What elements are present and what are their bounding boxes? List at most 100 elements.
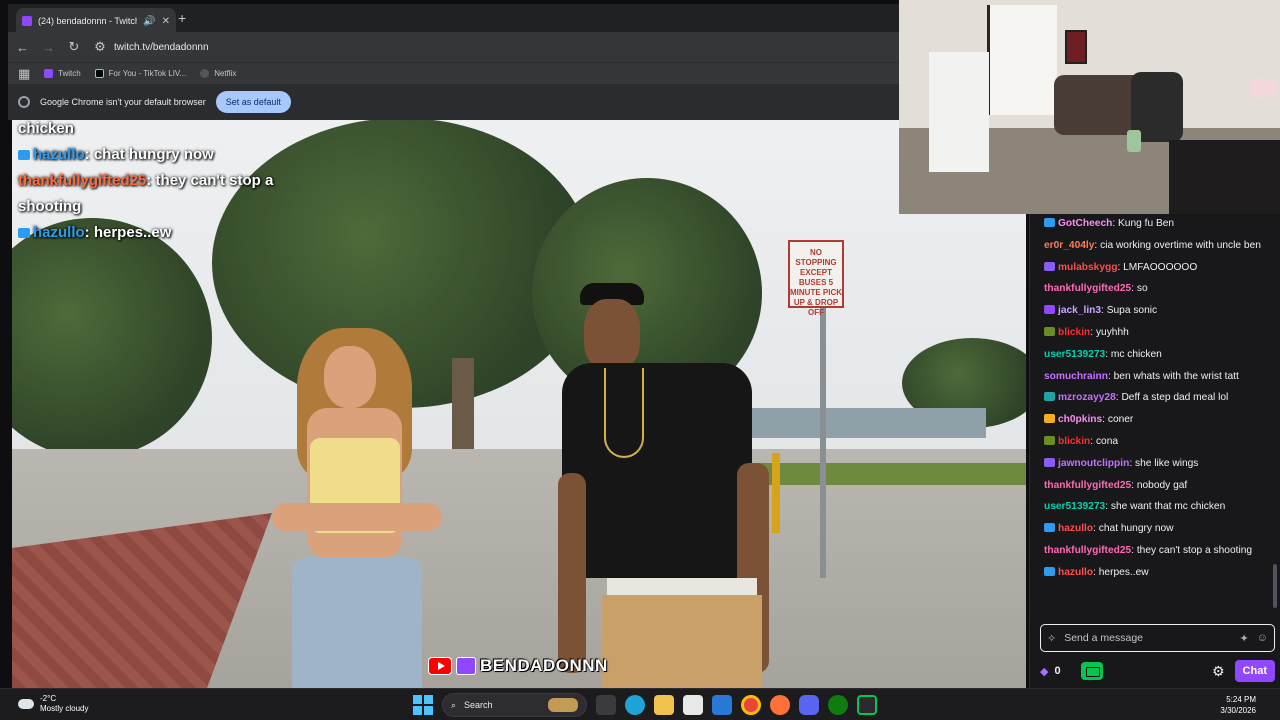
chat-username[interactable]: thankfullygifted25 xyxy=(1044,283,1131,294)
tiktok-icon xyxy=(94,69,104,78)
speaker-icon[interactable]: 🔊 xyxy=(143,16,155,27)
channel-points[interactable]: ◆ 0 xyxy=(1040,665,1061,678)
settings-gear-icon[interactable]: ⚙ xyxy=(1212,663,1225,680)
url-field[interactable]: ⚙ twitch.tv/bendadonnn xyxy=(94,39,208,55)
badge-icon[interactable] xyxy=(1044,261,1055,271)
address-bar: ← → ↻ ⚙ twitch.tv/bendadonnn xyxy=(8,32,899,62)
chat-username[interactable]: somuchrainn xyxy=(1044,371,1108,382)
chat-username[interactable]: GotCheech xyxy=(1058,218,1112,229)
bookmark-netflix[interactable]: Netflix xyxy=(200,69,236,78)
chat-message[interactable]: thankfullygifted25: nobody gaf xyxy=(1044,478,1276,493)
xbox-icon[interactable] xyxy=(828,695,848,715)
bookmark-tiktok[interactable]: For You - TikTok LIV... xyxy=(94,69,186,78)
badge-icon[interactable] xyxy=(1044,305,1055,315)
mail-icon[interactable] xyxy=(712,695,732,715)
cup xyxy=(1127,130,1141,152)
chat-username[interactable]: user5139273 xyxy=(1044,349,1105,360)
chat-username[interactable]: mzrozayy28 xyxy=(1058,392,1116,403)
badge-icon[interactable] xyxy=(1044,218,1055,227)
chat-message[interactable]: user5139273: she want that mc chicken xyxy=(1044,499,1276,514)
magic-icon[interactable]: ✦ xyxy=(1240,632,1249,645)
chat-username[interactable]: hazullo xyxy=(1058,523,1093,534)
edge-icon[interactable] xyxy=(625,695,645,715)
chat-footer: ◆ 0 ⚙ Chat xyxy=(1040,660,1275,682)
chat-message[interactable]: jack_lin3: Supa sonic xyxy=(1044,303,1276,318)
chat-send-button[interactable]: Chat xyxy=(1234,660,1275,682)
badge-icon[interactable] xyxy=(1044,414,1055,424)
reload-icon[interactable]: ↻ xyxy=(68,39,80,55)
chat-message[interactable]: er0r_404ly: cia working overtime with un… xyxy=(1044,238,1276,253)
chat-message[interactable]: jawnoutclippin: she like wings xyxy=(1044,456,1276,471)
chat-username[interactable]: blickin xyxy=(1058,327,1090,338)
chrome-icon[interactable] xyxy=(741,695,761,715)
chat-username[interactable]: er0r_404ly xyxy=(1044,240,1094,251)
chat-message[interactable]: hazullo: herpes..ew xyxy=(1044,565,1276,580)
chat-username[interactable]: jawnoutclippin xyxy=(1058,458,1129,469)
chat-username[interactable]: hazullo xyxy=(1058,567,1093,578)
desk xyxy=(1169,140,1280,214)
chat-message[interactable]: mulabskygg: LMFAOOOOOO xyxy=(1044,260,1276,275)
chat-scrollbar[interactable] xyxy=(1273,564,1277,608)
new-tab-icon[interactable]: + xyxy=(178,10,186,26)
set-as-default-button[interactable]: Set as default xyxy=(215,91,291,113)
emote-icon[interactable]: ☺ xyxy=(1257,632,1268,644)
chat-text: they can't stop a shooting xyxy=(1136,544,1253,556)
badge-icon xyxy=(18,150,30,161)
task-view-icon[interactable] xyxy=(596,695,616,715)
tab-strip: (24) bendadonnn - Twitch 🔊 ✕ + xyxy=(8,4,899,34)
chat-text: coner xyxy=(1107,414,1134,426)
chat-input[interactable]: ✧ Send a message ✦ ☺ xyxy=(1040,624,1275,652)
store-icon[interactable] xyxy=(683,695,703,715)
chat-message[interactable]: somuchrainn: ben whats with the wrist ta… xyxy=(1044,369,1276,384)
chat-text: cona xyxy=(1095,435,1119,447)
weather-widget[interactable]: -2°C Mostly cloudy xyxy=(18,694,88,714)
default-browser-infobar: Google Chrome isn't your default browser… xyxy=(8,84,899,120)
chat-username[interactable]: user5139273 xyxy=(1044,501,1105,512)
discord-icon[interactable] xyxy=(799,695,819,715)
chat-message[interactable]: blickin: cona xyxy=(1044,434,1276,449)
chat-username[interactable]: ch0pkins xyxy=(1058,414,1102,425)
ring-light xyxy=(1249,78,1277,98)
man-figure xyxy=(558,283,802,688)
site-info-icon[interactable]: ⚙ xyxy=(94,39,106,55)
chat-messages[interactable]: GotCheech: Kung fu Ben er0r_404ly: cia wo… xyxy=(1044,216,1276,587)
chat-username[interactable]: jack_lin3 xyxy=(1058,305,1101,316)
chat-message[interactable]: mzrozayy28: Deff a step dad meal lol xyxy=(1044,390,1276,405)
bookmark-twitch[interactable]: Twitch xyxy=(44,69,81,78)
pants xyxy=(602,595,762,688)
apps-grid-icon[interactable]: ▦ xyxy=(18,66,30,82)
badge-icon[interactable] xyxy=(1044,523,1055,533)
system-clock[interactable]: 5:24 PM 3/30/2026 xyxy=(1220,694,1256,716)
chat-username[interactable]: mulabskygg xyxy=(1058,262,1117,273)
webcam-feed xyxy=(899,0,1280,214)
badge-icon[interactable] xyxy=(1044,566,1055,576)
file-explorer-icon[interactable] xyxy=(654,695,674,715)
chat-message[interactable]: hazullo: chat hungry now xyxy=(1044,521,1276,536)
search-label: Search xyxy=(464,700,493,710)
chat-message[interactable]: thankfullygifted25: they can't stop a sh… xyxy=(1044,543,1276,558)
firefox-icon[interactable] xyxy=(770,695,790,715)
doorway xyxy=(987,5,1057,115)
windows-start-icon[interactable] xyxy=(413,695,433,715)
chat-message[interactable]: ch0pkins: coner xyxy=(1044,412,1276,427)
bits-icon[interactable]: ✧ xyxy=(1047,632,1056,645)
chat-username[interactable]: thankfullygifted25 xyxy=(1044,480,1131,491)
taskbar-search[interactable]: ⌕ Search xyxy=(442,693,587,717)
chat-message[interactable]: thankfullygifted25: so xyxy=(1044,281,1276,296)
chat-message[interactable]: blickin: yuyhhh xyxy=(1044,325,1276,340)
browser-tab[interactable]: (24) bendadonnn - Twitch 🔊 ✕ xyxy=(16,8,176,34)
badge-icon[interactable] xyxy=(1044,326,1055,336)
chat-text: Kung fu Ben xyxy=(1118,218,1175,229)
gift-icon[interactable] xyxy=(1080,662,1103,680)
close-icon[interactable]: ✕ xyxy=(162,16,170,27)
badge-icon[interactable] xyxy=(1044,392,1055,402)
chat-message[interactable]: GotCheech: Kung fu Ben xyxy=(1044,216,1276,231)
back-icon[interactable]: ← xyxy=(16,40,29,55)
chat-message[interactable]: user5139273: mc chicken xyxy=(1044,347,1276,362)
badge-icon[interactable] xyxy=(1044,435,1055,445)
chat-username[interactable]: thankfullygifted25 xyxy=(1044,545,1131,556)
obs-icon[interactable] xyxy=(857,695,877,715)
chat-username[interactable]: blickin xyxy=(1058,436,1090,447)
forward-icon[interactable]: → xyxy=(42,40,55,55)
badge-icon[interactable] xyxy=(1044,457,1055,467)
